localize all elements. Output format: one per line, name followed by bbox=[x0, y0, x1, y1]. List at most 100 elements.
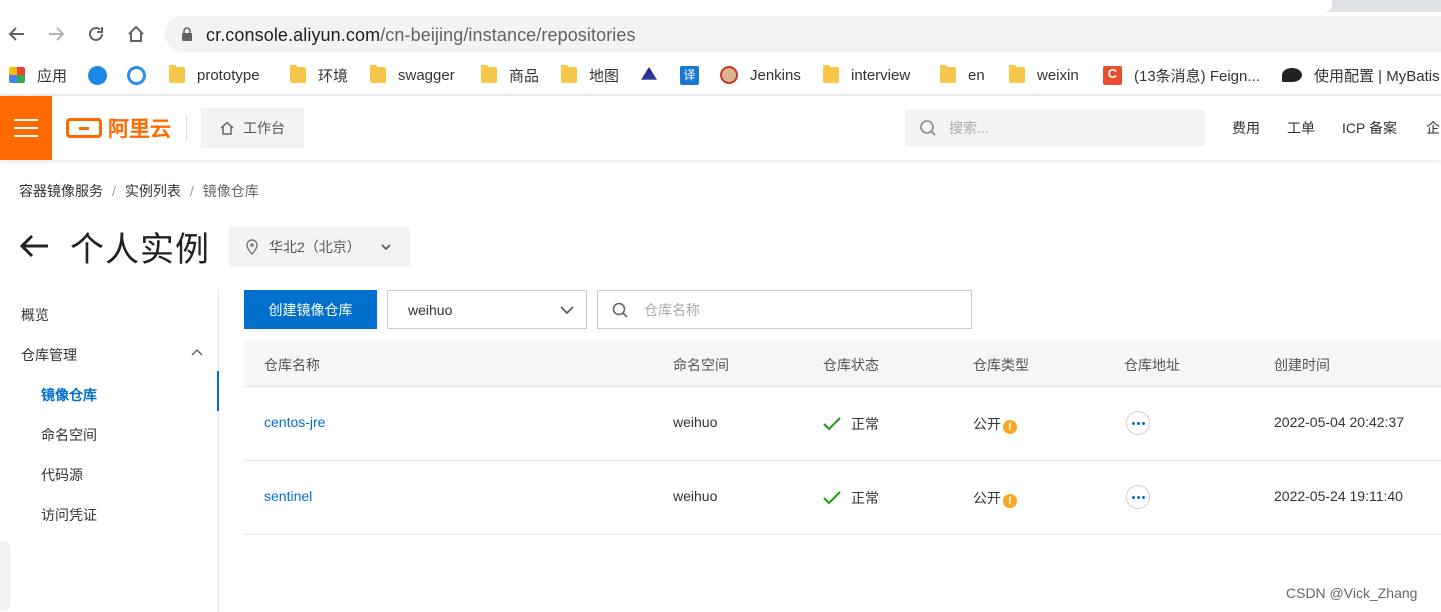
chevron-down-icon bbox=[381, 244, 391, 251]
bookmark-interview[interactable]: interview bbox=[823, 65, 910, 85]
sidebar-item-code-source[interactable]: 代码源 bbox=[41, 465, 83, 485]
breadcrumb-current: 镜像仓库 bbox=[202, 183, 259, 199]
column-header: 创建时间 bbox=[1274, 357, 1330, 373]
topnav-fees[interactable]: 费用 bbox=[1232, 118, 1260, 138]
bookmark-en[interactable]: en bbox=[940, 65, 985, 85]
sidebar-collapse-handle[interactable] bbox=[0, 541, 10, 611]
back-icon[interactable] bbox=[4, 21, 30, 47]
folder-icon bbox=[481, 65, 497, 83]
translate-icon: 译 bbox=[680, 65, 699, 85]
more-icon[interactable] bbox=[1126, 485, 1150, 509]
bookmark-mybatis[interactable]: 使用配置 | MyBatis bbox=[1282, 65, 1440, 85]
blue-swirl-icon bbox=[127, 65, 146, 85]
bookmark-swirl[interactable] bbox=[127, 65, 158, 85]
search-icon bbox=[612, 302, 628, 318]
watermark: CSDN @Vick_Zhang bbox=[1286, 585, 1418, 601]
folder-icon bbox=[370, 65, 386, 83]
sidebar-active-indicator bbox=[217, 371, 219, 411]
column-header: 仓库类型 bbox=[973, 357, 1029, 373]
table-header: 仓库名称 命名空间 仓库状态 仓库类型 仓库地址 创建时间 bbox=[244, 341, 1441, 387]
namespace-select[interactable]: weihuo bbox=[387, 290, 587, 329]
table-row: centos-jre weihuo 正常 公开! 2022-05-04 20:4… bbox=[244, 387, 1441, 461]
check-icon bbox=[823, 417, 841, 431]
global-search-input[interactable]: 搜索... bbox=[905, 110, 1205, 146]
repo-search-input[interactable]: 仓库名称 bbox=[597, 290, 972, 329]
warning-icon[interactable]: ! bbox=[1003, 494, 1017, 508]
topnav-tickets[interactable]: 工单 bbox=[1287, 118, 1315, 138]
jenkins-icon bbox=[720, 66, 738, 84]
workbench-button[interactable]: 工作台 bbox=[201, 108, 304, 148]
sidebar-item-namespaces[interactable]: 命名空间 bbox=[41, 425, 97, 445]
folder-icon bbox=[1009, 65, 1025, 83]
sidebar: 概览 仓库管理 镜像仓库 命名空间 代码源 访问凭证 bbox=[0, 291, 219, 612]
sidebar-group-repo-management[interactable]: 仓库管理 bbox=[21, 345, 77, 365]
page-header: 个人实例 bbox=[18, 224, 210, 269]
home-icon[interactable] bbox=[123, 21, 149, 47]
active-tab[interactable] bbox=[0, 0, 1332, 12]
folder-icon bbox=[169, 65, 185, 83]
repo-name-link[interactable]: sentinel bbox=[264, 488, 312, 504]
bookmark-prototype[interactable]: prototype bbox=[169, 65, 260, 85]
bookmark-translate[interactable]: 译 bbox=[680, 65, 711, 85]
column-header: 命名空间 bbox=[673, 357, 729, 373]
repo-name-link[interactable]: centos-jre bbox=[264, 414, 325, 430]
bookmark-t[interactable] bbox=[88, 65, 119, 85]
bookmark-ship[interactable] bbox=[641, 65, 669, 85]
topnav-enterprise[interactable]: 企 bbox=[1426, 118, 1440, 138]
column-header: 仓库地址 bbox=[1124, 357, 1180, 373]
repo-type: 公开! bbox=[973, 414, 1017, 434]
home-icon bbox=[220, 121, 234, 135]
bookmark-apps[interactable]: 应用 bbox=[9, 65, 67, 85]
table-row: sentinel weihuo 正常 公开! 2022-05-24 19:11:… bbox=[244, 461, 1441, 535]
bookmarks-bar: 应用 prototype 环境 swagger 商品 地图 译 Jenkins … bbox=[0, 56, 1441, 94]
check-icon bbox=[823, 491, 841, 505]
chevron-down-icon bbox=[560, 306, 574, 315]
ship-icon bbox=[641, 67, 657, 80]
page-title: 个人实例 bbox=[70, 230, 210, 269]
chevron-up-icon[interactable] bbox=[190, 346, 204, 360]
bookmark-shangpin[interactable]: 商品 bbox=[481, 65, 539, 85]
aliyun-logo[interactable]: 阿里云 bbox=[66, 115, 171, 141]
warning-icon[interactable]: ! bbox=[1003, 420, 1017, 434]
browser-tabstrip bbox=[0, 0, 1441, 12]
bookmark-weixin[interactable]: weixin bbox=[1009, 65, 1079, 85]
back-arrow-icon[interactable] bbox=[18, 230, 50, 262]
repo-namespace: weihuo bbox=[673, 488, 718, 504]
more-icon[interactable] bbox=[1126, 411, 1150, 435]
address-bar[interactable]: cr.console.aliyun.com/cn-beijing/instanc… bbox=[165, 16, 1441, 52]
repo-status: 正常 bbox=[823, 488, 879, 508]
logo-divider bbox=[186, 116, 187, 140]
search-icon bbox=[920, 120, 936, 136]
folder-icon bbox=[561, 65, 577, 83]
region-selector[interactable]: 华北2（北京） bbox=[229, 227, 410, 267]
column-header: 仓库状态 bbox=[823, 357, 879, 373]
sidebar-item-image-repos[interactable]: 镜像仓库 bbox=[41, 385, 97, 405]
sidebar-item-overview[interactable]: 概览 bbox=[21, 305, 49, 325]
create-repo-button[interactable]: 创建镜像仓库 bbox=[244, 290, 377, 329]
folder-icon bbox=[823, 65, 839, 83]
blue-t-icon bbox=[88, 65, 107, 85]
forward-icon[interactable] bbox=[43, 21, 69, 47]
repo-namespace: weihuo bbox=[673, 414, 718, 430]
bookmark-feign[interactable]: C (13条消息) Feign... bbox=[1103, 65, 1260, 85]
menu-icon[interactable] bbox=[0, 96, 52, 160]
reload-icon[interactable] bbox=[83, 21, 109, 47]
mybatis-bird-icon bbox=[1282, 68, 1302, 82]
breadcrumb: 容器镜像服务 / 实例列表 / 镜像仓库 bbox=[19, 183, 259, 199]
location-pin-icon bbox=[246, 239, 258, 255]
repo-status: 正常 bbox=[823, 414, 879, 434]
breadcrumb-item[interactable]: 容器镜像服务 bbox=[19, 183, 103, 199]
aliyun-logo-mark-icon bbox=[66, 118, 102, 138]
bookmark-jenkins[interactable]: Jenkins bbox=[720, 65, 801, 85]
breadcrumb-item[interactable]: 实例列表 bbox=[125, 183, 181, 199]
bookmark-swagger[interactable]: swagger bbox=[370, 65, 455, 85]
browser-toolbar: cr.console.aliyun.com/cn-beijing/instanc… bbox=[0, 12, 1441, 56]
repo-created-time: 2022-05-04 20:42:37 bbox=[1274, 414, 1404, 430]
sidebar-item-credentials[interactable]: 访问凭证 bbox=[41, 505, 97, 525]
repo-type: 公开! bbox=[973, 488, 1017, 508]
bookmark-huanjing[interactable]: 环境 bbox=[290, 65, 348, 85]
topnav-icp[interactable]: ICP 备案 bbox=[1342, 118, 1397, 138]
folder-icon bbox=[940, 65, 956, 83]
lock-icon bbox=[182, 27, 192, 41]
bookmark-ditu[interactable]: 地图 bbox=[561, 65, 619, 85]
